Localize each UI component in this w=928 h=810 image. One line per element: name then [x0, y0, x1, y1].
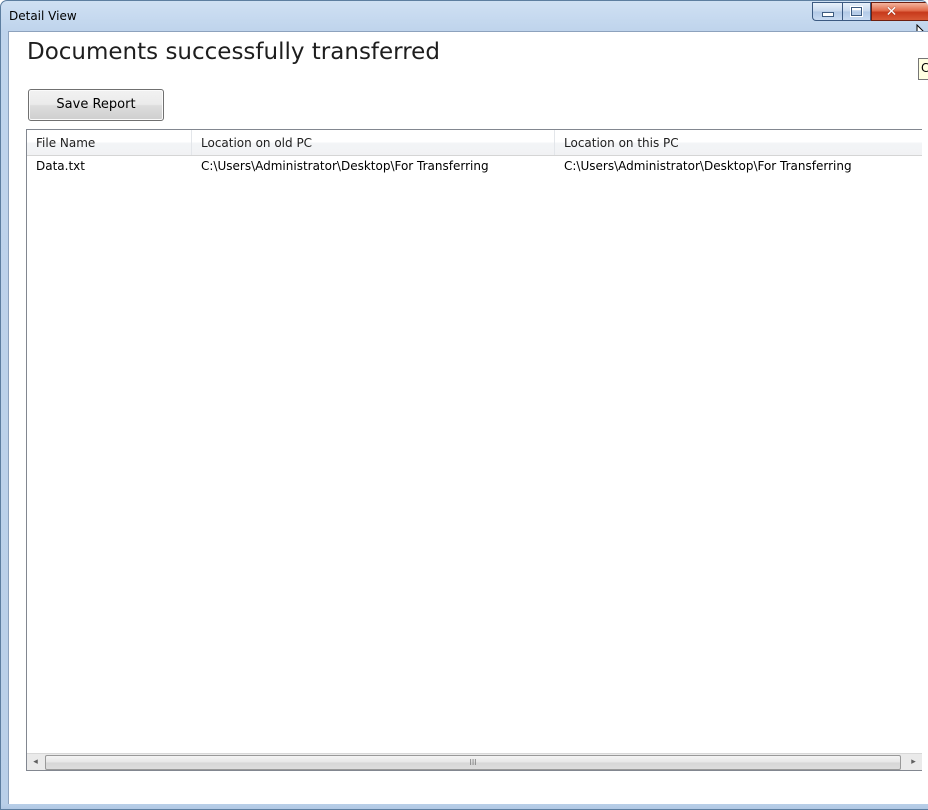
- column-header-location-this-pc[interactable]: Location on this PC: [555, 130, 922, 155]
- cell-file-name: Data.txt: [36, 159, 85, 173]
- page-title: Documents successfully transferred: [27, 39, 440, 65]
- maximize-button[interactable]: [842, 2, 871, 21]
- scrollbar-thumb[interactable]: III: [45, 755, 901, 770]
- column-header-location-old-pc[interactable]: Location on old PC: [192, 130, 555, 155]
- transferred-files-table[interactable]: File Name Location on old PC Location on…: [26, 129, 922, 771]
- tooltip: C: [918, 58, 928, 80]
- scroll-left-arrow-icon[interactable]: ◂: [27, 754, 44, 770]
- column-header-file-name[interactable]: File Name: [27, 130, 192, 155]
- window-title: Detail View: [9, 9, 77, 23]
- horizontal-scrollbar[interactable]: ◂ III ▸: [27, 753, 922, 770]
- title-bar[interactable]: Detail View ✕: [1, 1, 928, 31]
- window-bottom-border[interactable]: [1, 804, 928, 809]
- cell-location-this-pc: C:\Users\Administrator\Desktop\For Trans…: [564, 159, 852, 173]
- table-row[interactable]: Data.txt C:\Users\Administrator\Desktop\…: [27, 156, 922, 178]
- table-header: File Name Location on old PC Location on…: [27, 130, 922, 156]
- minimize-button[interactable]: [812, 2, 842, 21]
- close-button[interactable]: ✕: [871, 2, 928, 21]
- maximize-icon: [851, 7, 862, 16]
- scroll-right-arrow-icon[interactable]: ▸: [905, 754, 922, 770]
- minimize-icon: [821, 12, 834, 17]
- cell-location-old-pc: C:\Users\Administrator\Desktop\For Trans…: [201, 159, 489, 173]
- close-icon: ✕: [885, 3, 898, 20]
- save-report-button[interactable]: Save Report: [28, 89, 164, 121]
- detail-view-window: Detail View ✕ Documents successfully tra…: [0, 0, 928, 810]
